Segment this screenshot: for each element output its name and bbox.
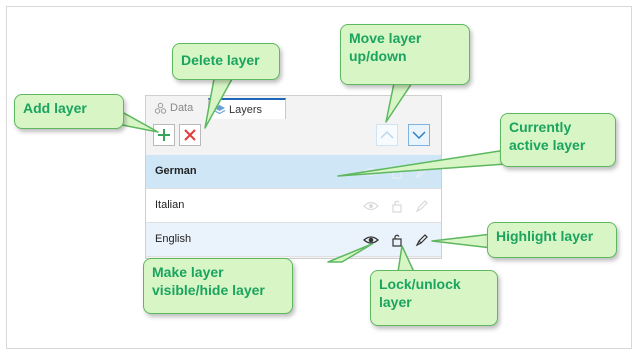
callout-highlight-layer: Highlight layer <box>487 222 617 258</box>
callout-highlight-layer-text: Highlight layer <box>496 228 594 244</box>
highlighter-icon[interactable] <box>414 164 430 180</box>
layer-name: English <box>155 233 192 245</box>
callout-lock-unlock-line1: Lock/unlock <box>379 276 461 292</box>
callout-make-visible-line2: visible/hide layer <box>152 282 265 298</box>
move-layer-down-button[interactable] <box>408 124 430 146</box>
x-icon <box>184 129 196 141</box>
layer-row-italian[interactable]: Italian <box>146 189 441 223</box>
layer-row-english[interactable]: English <box>146 223 441 257</box>
callout-currently-active-line1: Currently <box>509 119 572 135</box>
tab-layers-label: Layers <box>229 104 263 116</box>
layer-list: German Italian English <box>146 155 441 257</box>
lock-icon[interactable] <box>389 198 405 214</box>
callout-lock-unlock: Lock/unlock layer <box>370 270 498 326</box>
callout-lock-unlock-line2: layer <box>379 294 412 310</box>
eye-icon[interactable] <box>363 164 379 180</box>
move-layer-up-button[interactable] <box>376 124 398 146</box>
data-icon <box>154 102 167 114</box>
tab-strip: Data Layers <box>146 96 441 120</box>
callout-move-layer-line1: Move layer <box>349 30 422 46</box>
layer-row-german[interactable]: German <box>146 155 441 189</box>
layer-toolbar <box>146 121 441 149</box>
callout-move-layer-line2: up/down <box>349 48 407 64</box>
tab-layers[interactable]: Layers <box>208 98 286 119</box>
callout-delete-layer-text: Delete layer <box>181 52 260 68</box>
tab-data-label: Data <box>170 102 194 114</box>
callout-delete-layer: Delete layer <box>172 43 280 80</box>
layer-name: German <box>155 165 197 177</box>
highlighter-icon[interactable] <box>414 232 430 248</box>
lock-icon[interactable] <box>389 164 405 180</box>
callout-add-layer-text: Add layer <box>23 100 87 116</box>
chevron-down-icon <box>412 131 426 140</box>
layer-name: Italian <box>155 199 185 211</box>
callout-make-visible: Make layer visible/hide layer <box>143 258 293 314</box>
callout-add-layer: Add layer <box>14 94 124 129</box>
plus-icon <box>158 129 170 141</box>
callout-currently-active: Currently active layer <box>500 113 616 167</box>
layers-panel: Data Layers German Italian English <box>145 95 442 259</box>
eye-icon[interactable] <box>363 232 379 248</box>
chevron-up-icon <box>380 130 394 139</box>
delete-layer-button[interactable] <box>179 124 201 146</box>
callout-move-layer: Move layer up/down <box>340 24 470 85</box>
tab-data[interactable]: Data <box>150 98 206 119</box>
callout-make-visible-line1: Make layer <box>152 264 224 280</box>
highlighter-icon[interactable] <box>414 198 430 214</box>
lock-icon[interactable] <box>389 232 405 248</box>
eye-icon[interactable] <box>363 198 379 214</box>
add-layer-button[interactable] <box>153 124 175 146</box>
callout-currently-active-line2: active layer <box>509 137 586 153</box>
layers-icon <box>213 105 226 115</box>
